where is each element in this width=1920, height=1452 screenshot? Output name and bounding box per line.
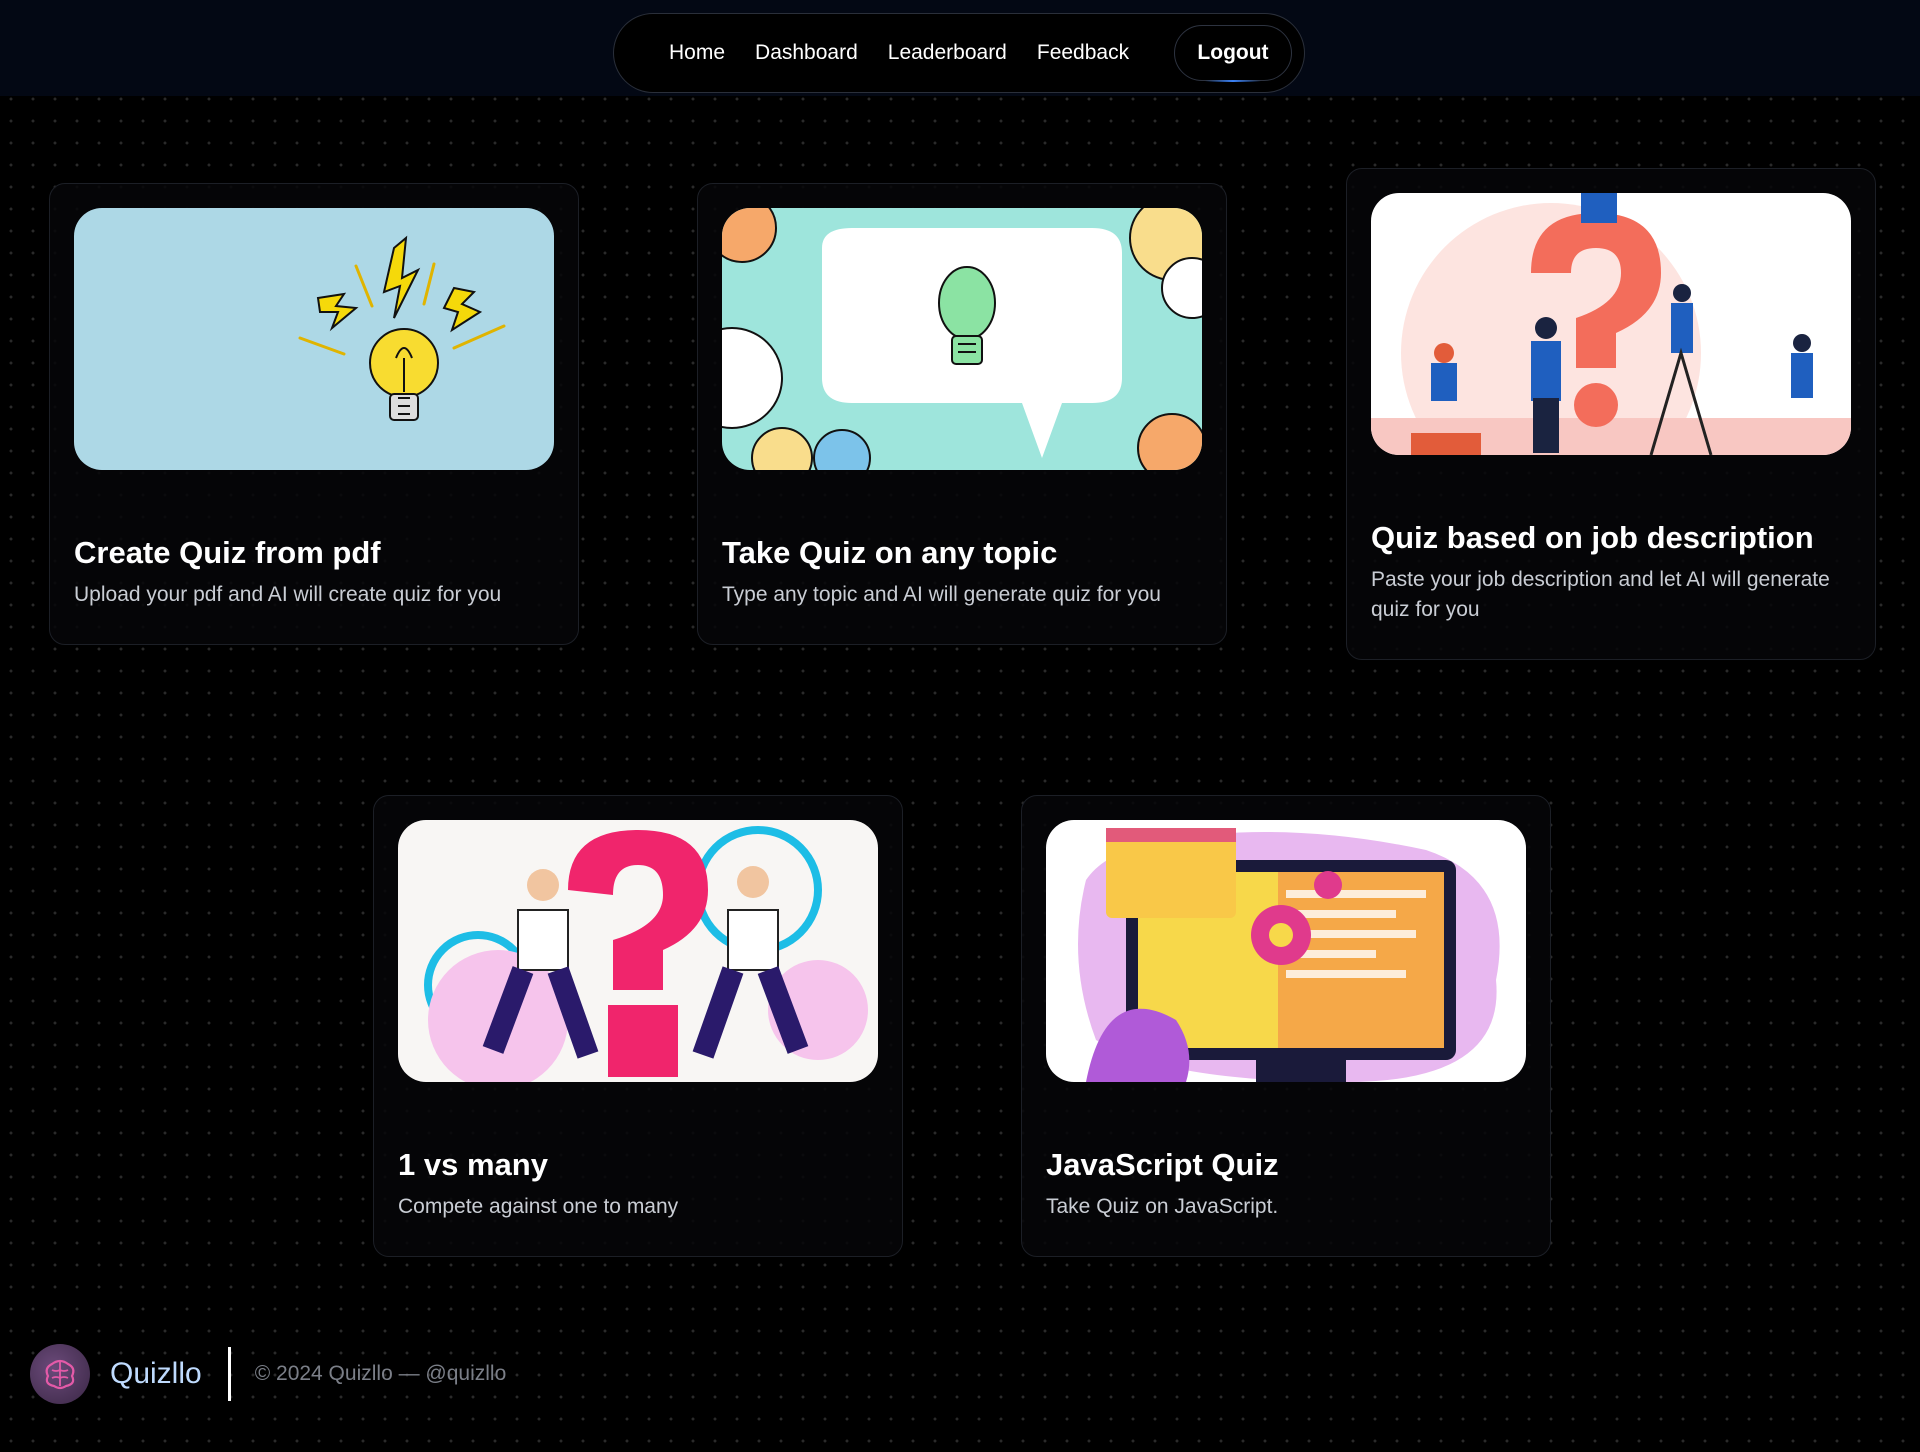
card-title: Take Quiz on any topic — [722, 535, 1058, 570]
copyright-text: © 2024 Quizllo — @quizllo — [254, 1362, 507, 1385]
card-description: Type any topic and AI will generate quiz… — [722, 583, 1161, 606]
speech-bubble-lightbulb-icon — [722, 208, 1202, 470]
javascript-monitor-icon — [1046, 820, 1526, 1082]
logout-button[interactable]: Logout — [1174, 25, 1292, 82]
card-take-quiz-topic[interactable]: Take Quiz on any topic Type any topic an… — [697, 183, 1227, 645]
nav-feedback-link[interactable]: Feedback — [1037, 41, 1129, 65]
card-title: Create Quiz from pdf — [74, 535, 381, 570]
top-bar: Home Dashboard Leaderboard Feedback Logo… — [0, 0, 1920, 96]
nav-home-link[interactable]: Home — [669, 41, 725, 65]
card-description: Compete against one to many — [398, 1195, 679, 1218]
card-1-vs-many[interactable]: 1 vs many Compete against one to many — [373, 795, 903, 1257]
card-title: 1 vs many — [398, 1147, 548, 1182]
card-description: Upload your pdf and AI will create quiz … — [74, 583, 502, 606]
card-quiz-job-description[interactable]: Quiz based on job description Paste your… — [1346, 168, 1876, 660]
footer: Quizllo © 2024 Quizllo — @quizllo — [30, 1342, 506, 1406]
nav-leaderboard-link[interactable]: Leaderboard — [888, 41, 1007, 65]
card-description: Paste your job description and let AI wi… — [1371, 568, 1830, 621]
brain-icon[interactable] — [30, 1344, 90, 1404]
card-javascript-quiz[interactable]: JavaScript Quiz Take Quiz on JavaScript. — [1021, 795, 1551, 1257]
card-create-quiz-pdf[interactable]: Create Quiz from pdf Upload your pdf and… — [49, 183, 579, 645]
nav-dashboard-link[interactable]: Dashboard — [755, 41, 858, 65]
main-nav: Home Dashboard Leaderboard Feedback Logo… — [613, 13, 1305, 93]
card-title: Quiz based on job description — [1371, 520, 1814, 555]
question-mark-people-icon — [1371, 193, 1851, 455]
two-people-question-icon — [398, 820, 878, 1082]
brand-name[interactable]: Quizllo — [110, 1357, 202, 1391]
card-description: Take Quiz on JavaScript. — [1046, 1195, 1279, 1218]
card-title: JavaScript Quiz — [1046, 1147, 1279, 1182]
footer-divider — [227, 1347, 231, 1401]
lightbulb-lightning-icon — [74, 208, 554, 470]
